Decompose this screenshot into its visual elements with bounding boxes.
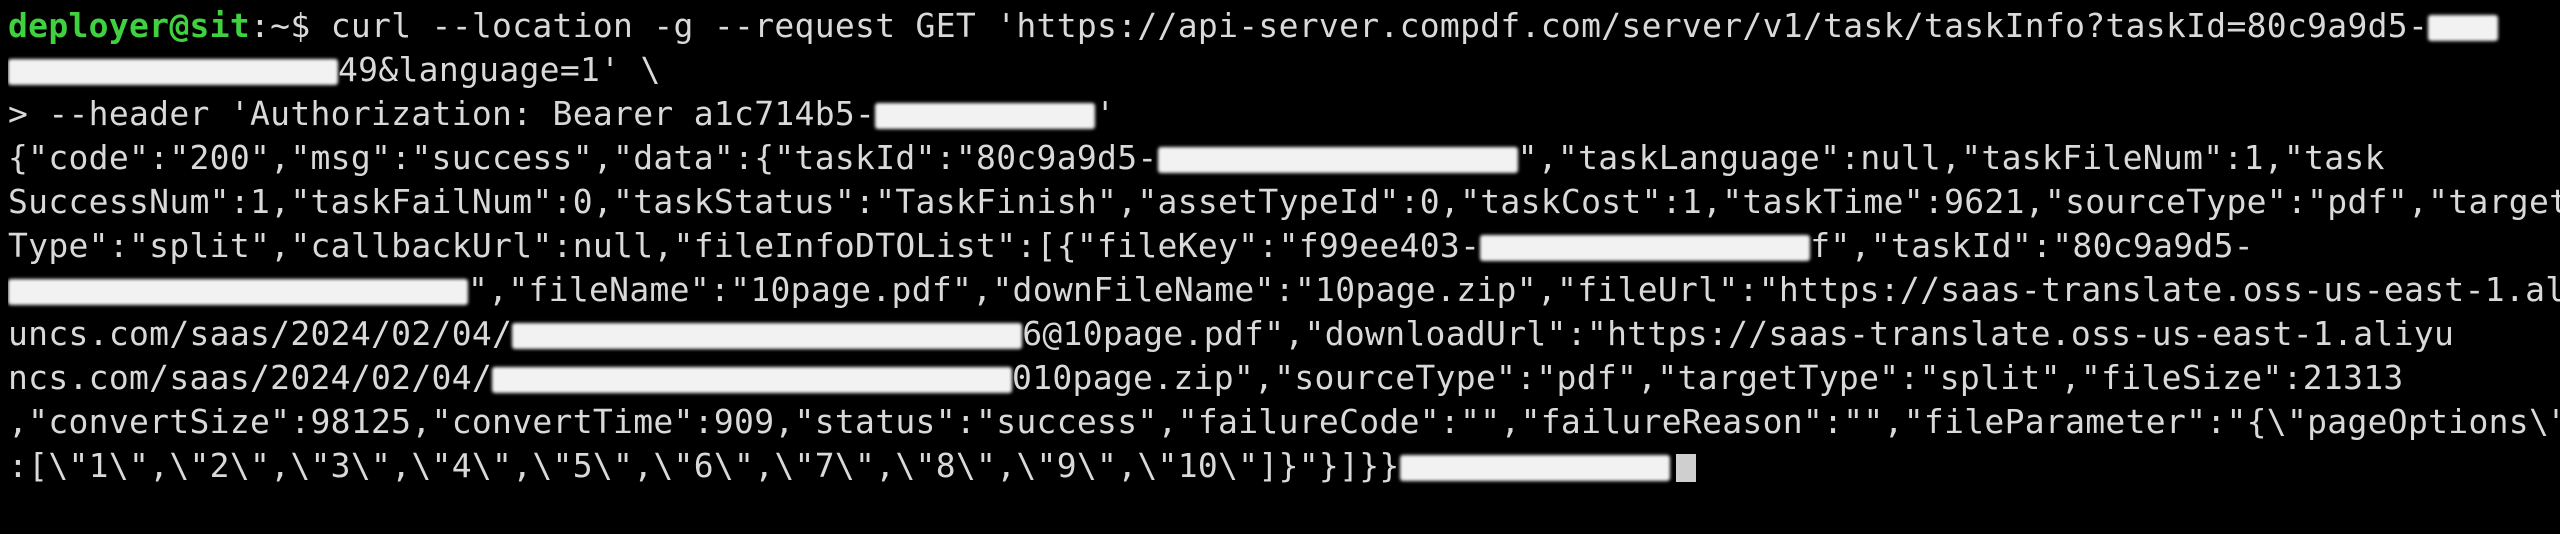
command-text-cont: 49&language=1' \ — [338, 50, 661, 89]
redacted-block — [2428, 14, 2499, 41]
output-text: uncs.com/saas/2024/02/04/ — [8, 314, 513, 353]
prompt-user-host: deployer@sit — [8, 6, 251, 45]
terminal-line-output: Type":"split","callbackUrl":null,"fileIn… — [8, 224, 2560, 268]
output-text: SuccessNum":1,"taskFailNum":0,"taskStatu… — [8, 182, 2560, 221]
terminal-line-output: SuccessNum":1,"taskFailNum":0,"taskStatu… — [8, 180, 2560, 224]
output-text: ncs.com/saas/2024/02/04/ — [8, 358, 493, 397]
output-text: :[\"1\",\"2\",\"3\",\"4\",\"5\",\"6\",\"… — [8, 446, 1400, 485]
output-text: ,"convertSize":98125,"convertTime":909,"… — [8, 402, 2560, 441]
output-text: Type":"split","callbackUrl":null,"fileIn… — [8, 226, 1481, 265]
terminal-line-output: :[\"1\",\"2\",\"3\",\"4\",\"5\",\"6\",\"… — [8, 444, 2560, 488]
redacted-block — [8, 278, 468, 305]
redacted-block — [512, 322, 1023, 349]
redacted-block — [875, 102, 1096, 129]
output-text: 010page.zip","sourceType":"pdf","targetT… — [1012, 358, 2404, 397]
terminal-window[interactable]: deployer@sit:~$ curl --location -g --req… — [0, 0, 2560, 534]
terminal-line-command: deployer@sit:~$ curl --location -g --req… — [8, 4, 2560, 48]
redacted-block — [1157, 146, 1518, 173]
header-text: > --header 'Authorization: Bearer a1c714… — [8, 94, 876, 133]
output-text: ","fileName":"10page.pdf","downFileName"… — [468, 270, 2560, 309]
redacted-block — [1480, 234, 1811, 261]
terminal-line-command-cont: 49&language=1' \ — [8, 48, 2560, 92]
terminal-line-output: {"code":"200","msg":"success","data":{"t… — [8, 136, 2560, 180]
output-text: ","taskLanguage":null,"taskFileNum":1,"t… — [1517, 138, 2385, 177]
terminal-line-output: ,"convertSize":98125,"convertTime":909,"… — [8, 400, 2560, 444]
output-text: {"code":"200","msg":"success","data":{"t… — [8, 138, 1158, 177]
terminal-line-header: > --header 'Authorization: Bearer a1c714… — [8, 94, 1116, 133]
prompt-path: :~$ — [250, 6, 331, 45]
terminal-line-output: ncs.com/saas/2024/02/04/010page.zip","so… — [8, 356, 2560, 400]
redacted-block — [8, 58, 338, 85]
redacted-block — [492, 366, 1013, 393]
redacted-block — [1399, 454, 1670, 481]
output-text: f","taskId":"80c9a9d5- — [1810, 226, 2254, 265]
output-text: 6@10page.pdf","downloadUrl":"https://saa… — [1022, 314, 2455, 353]
terminal-line-output: uncs.com/saas/2024/02/04/6@10page.pdf","… — [8, 312, 2560, 356]
terminal-cursor — [1675, 453, 1696, 482]
terminal-line-output: ","fileName":"10page.pdf","downFileName"… — [8, 268, 2560, 312]
command-text: curl --location -g --request GET 'https:… — [330, 6, 2429, 45]
